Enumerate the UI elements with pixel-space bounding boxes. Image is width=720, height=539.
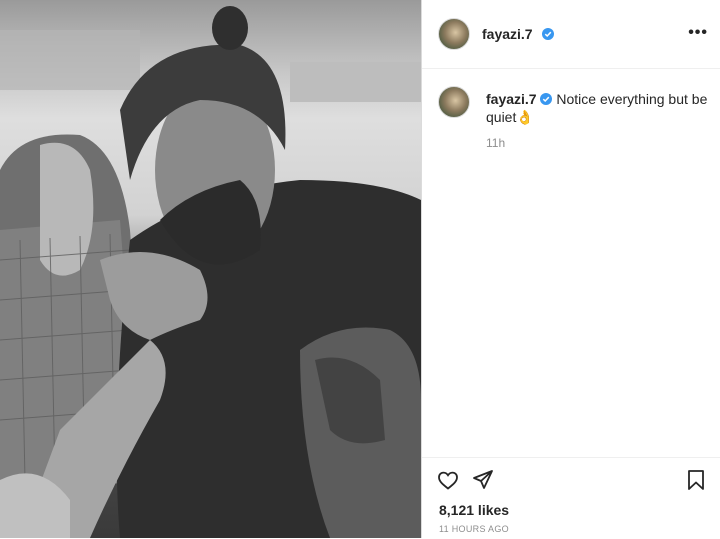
instagram-post: fayazi.7 ••• fayazi.7 Notice everything … <box>0 0 720 538</box>
post-side-panel: fayazi.7 ••• fayazi.7 Notice everything … <box>422 0 720 538</box>
caption-text: fayazi.7 Notice everything but be quiet👌 <box>486 90 708 126</box>
ok-hand-emoji: 👌 <box>516 109 534 125</box>
action-bar: 8,121 likes 11 HOURS AGO <box>422 457 720 539</box>
photo-illustration <box>0 6 421 538</box>
caption-username[interactable]: fayazi.7 <box>486 91 537 107</box>
paper-plane-icon[interactable] <box>471 468 495 492</box>
username-link[interactable]: fayazi.7 <box>482 26 533 42</box>
verified-badge-icon <box>542 28 554 40</box>
post-timestamp[interactable]: 11 HOURS AGO <box>439 524 509 534</box>
more-options-icon[interactable]: ••• <box>688 24 708 42</box>
bookmark-icon[interactable] <box>684 468 708 492</box>
like-count[interactable]: 8,121 likes <box>439 502 509 518</box>
caption-avatar[interactable] <box>438 86 470 118</box>
heart-icon[interactable] <box>436 468 460 492</box>
comment-timestamp: 11h <box>486 136 506 150</box>
verified-badge-icon <box>540 93 553 105</box>
post-header: fayazi.7 ••• <box>422 0 720 69</box>
post-photo[interactable] <box>0 0 421 538</box>
avatar[interactable] <box>438 18 470 50</box>
